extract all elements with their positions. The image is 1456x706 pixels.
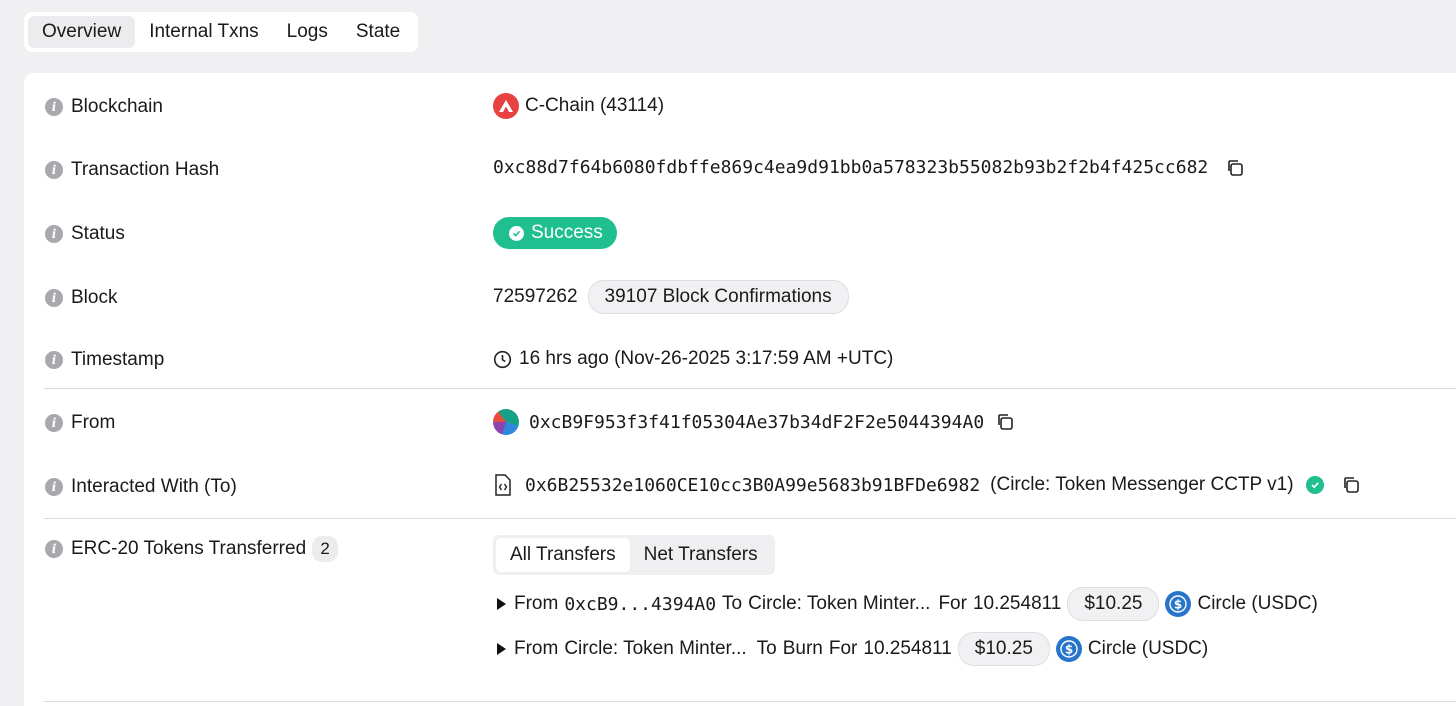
- copy-icon[interactable]: [1342, 476, 1360, 494]
- info-icon: i: [45, 161, 63, 179]
- transfer-amount: 10.254811: [863, 638, 952, 659]
- for-keyword: For: [938, 593, 967, 614]
- blockchain-text: C-Chain (43114): [525, 95, 665, 116]
- transfer-to[interactable]: Circle: Token Minter...: [748, 593, 930, 615]
- avalanche-icon: [493, 93, 519, 119]
- from-address[interactable]: 0xcB9F953f3f41f05304Ae37b34dF2F2e5044394…: [529, 412, 984, 433]
- copy-icon[interactable]: [996, 413, 1014, 431]
- transfer-amount: 10.254811: [972, 593, 1062, 614]
- tokens-label-text: ERC-20 Tokens Transferred: [71, 538, 307, 559]
- to-label-text: Interacted With (To): [71, 476, 237, 497]
- token-count-badge: 2: [312, 536, 339, 562]
- info-icon: i: [45, 540, 63, 558]
- to-value: 0x6B25532e1060CE10cc3B0A99e5683b91BFDe69…: [493, 474, 1360, 496]
- timestamp-label: i Timestamp: [45, 349, 164, 371]
- info-icon: i: [45, 351, 63, 369]
- info-icon: i: [45, 225, 63, 243]
- section-divider: [44, 388, 1456, 389]
- contract-file-icon: [495, 474, 511, 496]
- tx-hash-label-text: Transaction Hash: [71, 159, 220, 180]
- tokens-label: i ERC-20 Tokens Transferred 2: [45, 536, 339, 562]
- blockchain-value: C-Chain (43114): [493, 93, 664, 119]
- from-label: i From: [45, 412, 115, 434]
- avatar: [493, 409, 519, 435]
- to-keyword: To: [756, 638, 777, 659]
- tx-hash-value: 0xc88d7f64b6080fdbffe869c4ea9d91bb0a5783…: [493, 157, 1244, 178]
- status-badge: Success: [493, 217, 617, 249]
- tx-hash-label: i Transaction Hash: [45, 159, 219, 181]
- expand-triangle-icon[interactable]: [497, 598, 506, 610]
- info-icon: i: [45, 414, 63, 432]
- tab-net-transfers[interactable]: Net Transfers: [630, 538, 772, 572]
- copy-icon[interactable]: [1226, 159, 1244, 177]
- transfer-from[interactable]: Circle: Token Minter...: [564, 638, 746, 660]
- transfer-tabs: All Transfers Net Transfers: [493, 535, 775, 575]
- from-value: 0xcB9F953f3f41f05304Ae37b34dF2F2e5044394…: [493, 409, 1014, 435]
- verified-check-icon: [1305, 476, 1324, 494]
- token-name[interactable]: Circle (USDC): [1088, 638, 1208, 660]
- block-label-text: Block: [71, 287, 118, 308]
- detail-tabs: Overview Internal Txns Logs State: [24, 12, 419, 52]
- tab-logs[interactable]: Logs: [273, 16, 342, 48]
- svg-text:$: $: [1065, 643, 1073, 657]
- status-text: Success: [531, 222, 603, 243]
- from-label-text: From: [71, 412, 116, 433]
- to-address[interactable]: 0x6B25532e1060CE10cc3B0A99e5683b91BFDe69…: [525, 475, 980, 496]
- block-label: i Block: [45, 287, 117, 309]
- transfer-row: From 0xcB9...4394A0 To Circle: Token Min…: [497, 587, 1318, 621]
- usd-value-badge: $10.25: [957, 632, 1050, 666]
- check-icon: [509, 225, 524, 241]
- tx-hash-text: 0xc88d7f64b6080fdbffe869c4ea9d91bb0a5783…: [493, 157, 1209, 178]
- tab-state[interactable]: State: [342, 16, 414, 48]
- from-keyword: From: [514, 593, 559, 614]
- svg-text:$: $: [1174, 598, 1182, 612]
- tab-internal-txns[interactable]: Internal Txns: [135, 16, 272, 48]
- info-icon: i: [45, 478, 63, 496]
- transfer-from[interactable]: 0xcB9...4394A0: [564, 594, 716, 615]
- from-keyword: From: [514, 638, 559, 659]
- block-confirmations-badge: 39107 Block Confirmations: [587, 280, 849, 314]
- tab-overview[interactable]: Overview: [28, 16, 136, 48]
- to-keyword: To: [722, 593, 743, 614]
- status-label-text: Status: [71, 223, 125, 244]
- overview-card: i Blockchain C-Chain (43114) i Transacti…: [24, 73, 1456, 706]
- usdc-icon: $: [1055, 636, 1082, 662]
- clock-icon: [493, 350, 512, 368]
- tab-all-transfers[interactable]: All Transfers: [496, 538, 630, 572]
- timestamp-value: 16 hrs ago (Nov-26-2025 3:17:59 AM +UTC): [493, 348, 893, 370]
- usdc-icon: $: [1165, 591, 1192, 617]
- to-contract-name: (Circle: Token Messenger CCTP v1): [990, 474, 1294, 495]
- blockchain-label-text: Blockchain: [71, 96, 163, 117]
- section-divider: [44, 701, 1456, 702]
- blockchain-label: i Blockchain: [45, 96, 163, 118]
- section-divider: [44, 518, 1456, 519]
- status-value: Success: [493, 217, 617, 249]
- info-icon: i: [45, 289, 63, 307]
- token-name[interactable]: Circle (USDC): [1197, 593, 1317, 615]
- block-value: 72597262 39107 Block Confirmations: [493, 280, 849, 314]
- block-number[interactable]: 72597262: [493, 286, 578, 308]
- usd-value-badge: $10.25: [1067, 587, 1160, 621]
- transfer-to[interactable]: Burn: [783, 638, 823, 660]
- status-label: i Status: [45, 223, 125, 245]
- to-label: i Interacted With (To): [45, 476, 237, 498]
- timestamp-text: 16 hrs ago (Nov-26-2025 3:17:59 AM +UTC): [519, 348, 894, 369]
- transfer-row: From Circle: Token Minter... To Burn For…: [497, 632, 1208, 666]
- for-keyword: For: [828, 638, 858, 659]
- info-icon: i: [45, 98, 63, 116]
- expand-triangle-icon[interactable]: [497, 643, 506, 655]
- timestamp-label-text: Timestamp: [71, 349, 165, 370]
